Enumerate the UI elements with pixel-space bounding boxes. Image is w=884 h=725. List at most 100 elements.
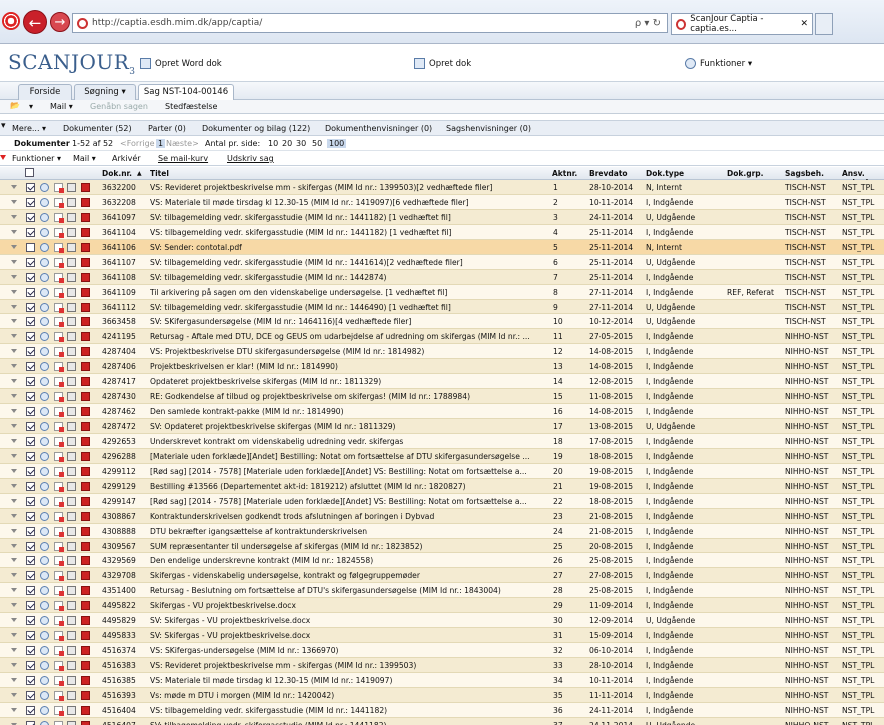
row-checkbox[interactable] — [26, 601, 35, 611]
cell-titel[interactable]: Skifergas - videnskabelig undersøgelse, … — [150, 571, 546, 580]
row-status-icon[interactable] — [40, 705, 49, 715]
row-pdf-icon[interactable] — [81, 347, 90, 357]
row-print-icon[interactable] — [67, 347, 76, 357]
table-row[interactable]: 4516393 Vs: møde m DTU i morgen (MIM Id n… — [0, 687, 884, 703]
row-expand-icon[interactable] — [11, 289, 17, 294]
row-pdf-icon[interactable] — [81, 302, 90, 312]
row-print-icon[interactable] — [67, 212, 76, 222]
row-print-icon[interactable] — [67, 407, 76, 417]
row-checkbox[interactable] — [26, 675, 35, 685]
cell-titel[interactable]: Den endelige underskrevne kontrakt (MIM … — [150, 556, 546, 565]
cell-titel[interactable]: SV: Skifergas - VU projektbeskrivelse.do… — [150, 616, 546, 625]
row-pdf-icon[interactable] — [81, 571, 90, 581]
row-pdf-icon[interactable] — [81, 212, 90, 222]
row-document-icon[interactable] — [54, 601, 64, 612]
row-status-icon[interactable] — [40, 183, 49, 192]
col-doktype[interactable]: Dok.type — [646, 169, 684, 178]
row-print-icon[interactable] — [67, 571, 76, 581]
row-status-icon[interactable] — [40, 556, 49, 566]
row-print-icon[interactable] — [67, 601, 76, 611]
row-pdf-icon[interactable] — [81, 317, 90, 327]
row-document-icon[interactable] — [54, 675, 64, 686]
row-pdf-icon[interactable] — [81, 183, 90, 192]
table-row[interactable]: 4308888 DTU bekræfter igangsættelse af ko… — [0, 523, 884, 539]
row-print-icon[interactable] — [67, 272, 76, 282]
row-document-icon[interactable] — [54, 392, 64, 403]
row-status-icon[interactable] — [40, 407, 49, 417]
row-status-icon[interactable] — [40, 616, 49, 626]
row-expand-icon[interactable] — [11, 468, 17, 473]
row-status-icon[interactable] — [40, 227, 49, 237]
table-row[interactable]: 4495829 SV: Skifergas - VU projektbeskriv… — [0, 613, 884, 629]
row-document-icon[interactable] — [54, 197, 64, 208]
row-checkbox[interactable] — [26, 212, 35, 222]
row-checkbox[interactable] — [26, 481, 35, 491]
tab-soegning[interactable]: Søgning ▾ — [74, 84, 136, 100]
table-row[interactable]: 4309567 SUM repræsentanter til undersøgel… — [0, 538, 884, 554]
row-expand-icon[interactable] — [11, 528, 17, 533]
cell-titel[interactable]: DTU bekræfter igangsættelse af kontraktu… — [150, 527, 546, 536]
page-size-20[interactable]: 20 — [282, 139, 292, 148]
cell-titel[interactable]: Skifergas - VU projektbeskrivelse.docx — [150, 601, 546, 610]
row-document-icon[interactable] — [54, 362, 64, 373]
table-row[interactable]: 4516374 VS: SKifergas-undersøgelse (MIM I… — [0, 643, 884, 658]
cell-titel[interactable]: Retursag - Beslutning om fortsættelse af… — [150, 586, 546, 595]
row-checkbox[interactable] — [26, 302, 35, 312]
row-print-icon[interactable] — [67, 287, 76, 297]
row-status-icon[interactable] — [40, 481, 49, 491]
table-row[interactable]: 4329708 Skifergas - videnskabelig undersø… — [0, 568, 884, 584]
row-expand-icon[interactable] — [11, 259, 17, 264]
table-row[interactable]: 4287430 RE: Godkendelse af tilbud og proj… — [0, 389, 884, 405]
filter-dokumenter[interactable]: Dokumenter (52) — [63, 124, 132, 133]
row-pdf-icon[interactable] — [81, 287, 90, 297]
table-row[interactable]: 4308867 Kontraktunderskrivelsen godkendt … — [0, 508, 884, 524]
cell-titel[interactable]: SV: Sender: contotal.pdf — [150, 243, 546, 252]
row-checkbox[interactable] — [26, 586, 35, 596]
row-checkbox[interactable] — [26, 287, 35, 297]
mail-menu[interactable]: Mail ▾ — [50, 102, 73, 111]
row-expand-icon[interactable] — [11, 558, 17, 563]
table-row[interactable]: 4287406 Projektbeskrivelsen er klar! (MIM… — [0, 359, 884, 375]
col-brevdato[interactable]: Brevdato — [589, 169, 628, 178]
row-pdf-icon[interactable] — [81, 377, 90, 387]
row-checkbox[interactable] — [26, 541, 35, 551]
folder-icon[interactable]: 📂 — [10, 101, 20, 110]
filter-parter[interactable]: Parter (0) — [148, 124, 186, 133]
row-status-icon[interactable] — [40, 690, 49, 700]
row-pdf-icon[interactable] — [81, 720, 90, 725]
cell-titel[interactable]: SUM repræsentanter til undersøgelse af s… — [150, 542, 546, 551]
row-document-icon[interactable] — [54, 272, 64, 283]
row-checkbox[interactable] — [26, 407, 35, 417]
row-document-icon[interactable] — [54, 631, 64, 642]
cell-titel[interactable]: SV: tilbagemelding vedr. skifergasstudie… — [150, 721, 546, 725]
row-print-icon[interactable] — [67, 661, 76, 670]
table-row[interactable]: 3632200 VS: Revideret projektbeskrivelse … — [0, 180, 884, 195]
table-row[interactable]: 4516404 VS: tilbagemelding vedr. skiferga… — [0, 702, 884, 718]
cell-titel[interactable]: RE: Godkendelse af tilbud og projektbesk… — [150, 392, 546, 401]
row-document-icon[interactable] — [54, 302, 64, 313]
row-pdf-icon[interactable] — [81, 332, 90, 342]
table-row[interactable]: 4287462 Den samlede kontrakt-pakke (MIM I… — [0, 404, 884, 419]
row-document-icon[interactable] — [54, 646, 64, 657]
row-pdf-icon[interactable] — [81, 422, 90, 431]
cell-titel[interactable]: SV: tilbagemelding vedr. skifergasstudie… — [150, 213, 546, 222]
row-document-icon[interactable] — [54, 720, 63, 725]
row-print-icon[interactable] — [67, 466, 76, 476]
cell-titel[interactable]: SV: SKifergasundersøgelse (MIM Id nr.: 1… — [150, 317, 546, 326]
row-expand-icon[interactable] — [11, 349, 17, 354]
row-print-icon[interactable] — [67, 197, 76, 207]
row-checkbox[interactable] — [26, 631, 35, 641]
back-arrow-icon[interactable]: ← — [23, 10, 47, 34]
row-document-icon[interactable] — [54, 436, 64, 447]
row-document-icon[interactable] — [54, 541, 64, 552]
pager-prev[interactable]: <Forrige — [120, 139, 155, 148]
row-pdf-icon[interactable] — [81, 451, 90, 461]
row-expand-icon[interactable] — [11, 394, 17, 399]
row-print-icon[interactable] — [67, 332, 76, 342]
row-checkbox[interactable] — [26, 571, 35, 581]
row-expand-icon[interactable] — [11, 274, 17, 279]
row-print-icon[interactable] — [67, 392, 76, 402]
row-print-icon[interactable] — [67, 511, 76, 521]
row-document-icon[interactable] — [54, 690, 64, 701]
row-document-icon[interactable] — [54, 183, 64, 193]
